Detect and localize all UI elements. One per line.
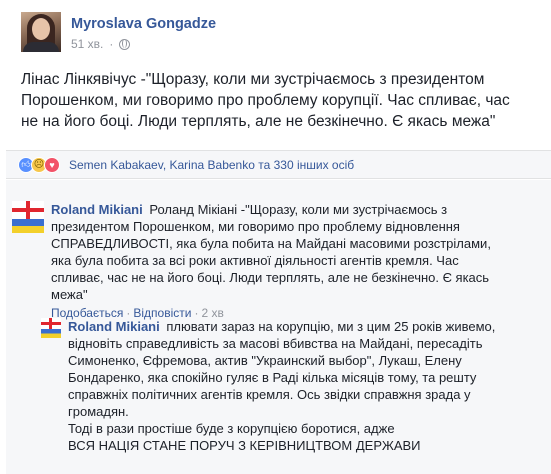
globe-icon[interactable] [119, 38, 131, 50]
reaction-names[interactable]: Semen Kabakaev, Karina Babenko та 330 ін… [69, 158, 354, 172]
author-avatar[interactable] [21, 12, 61, 52]
post-meta: 51 хв. · [71, 37, 216, 51]
comment: Roland Mikiani Роланд Мікіані -"Щоразу, … [12, 201, 512, 322]
reply-text: плювати зараз на корупцію, ми з цим 25 р… [68, 319, 496, 419]
author-block: Myroslava Gongadze 51 хв. · [71, 12, 216, 52]
comment-author-link[interactable]: Roland Mikiani [51, 202, 143, 217]
reaction-others-link[interactable]: та 330 інших осіб [255, 158, 354, 172]
post-header: Myroslava Gongadze 51 хв. · [21, 12, 216, 52]
reply-author-link[interactable]: Roland Mikiani [68, 319, 160, 334]
comment-body: Roland Mikiani Роланд Мікіані -"Щоразу, … [51, 201, 512, 322]
comments-section: Roland Mikiani Роланд Мікіані -"Щоразу, … [6, 180, 551, 474]
reply-text-line2: Тоді в рази простіше буде з корупцією бо… [68, 421, 395, 436]
reaction-icons: 👍︎ ☹ ♥ [18, 156, 60, 173]
separator-dot: · [109, 37, 114, 51]
commenter-avatar[interactable] [12, 201, 44, 233]
comment-text: Роланд Мікіані -"Щоразу, коли ми зустріч… [51, 202, 491, 302]
author-name-link[interactable]: Myroslava Gongadze [71, 15, 216, 33]
reply-comment: Roland Mikiani плювати зараз на корупцію… [41, 318, 503, 454]
reply-body: Roland Mikiani плювати зараз на корупцію… [68, 318, 503, 454]
reactions-bar[interactable]: 👍︎ ☹ ♥ Semen Kabakaev, Karina Babenko та… [6, 150, 551, 179]
reply-text-line3: ВСЯ НАЦІЯ СТАНЕ ПОРУЧ З КЕРІВНИЦТВОМ ДЕР… [68, 438, 421, 453]
post-text: Лінас Лінкявічус -"Щоразу, коли ми зустр… [21, 71, 510, 130]
love-reaction-icon: ♥ [44, 156, 60, 173]
post-time[interactable]: 51 хв. [71, 37, 103, 51]
reply-avatar[interactable] [41, 318, 61, 338]
reaction-names-link[interactable]: Semen Kabakaev, Karina Babenko [69, 158, 255, 172]
